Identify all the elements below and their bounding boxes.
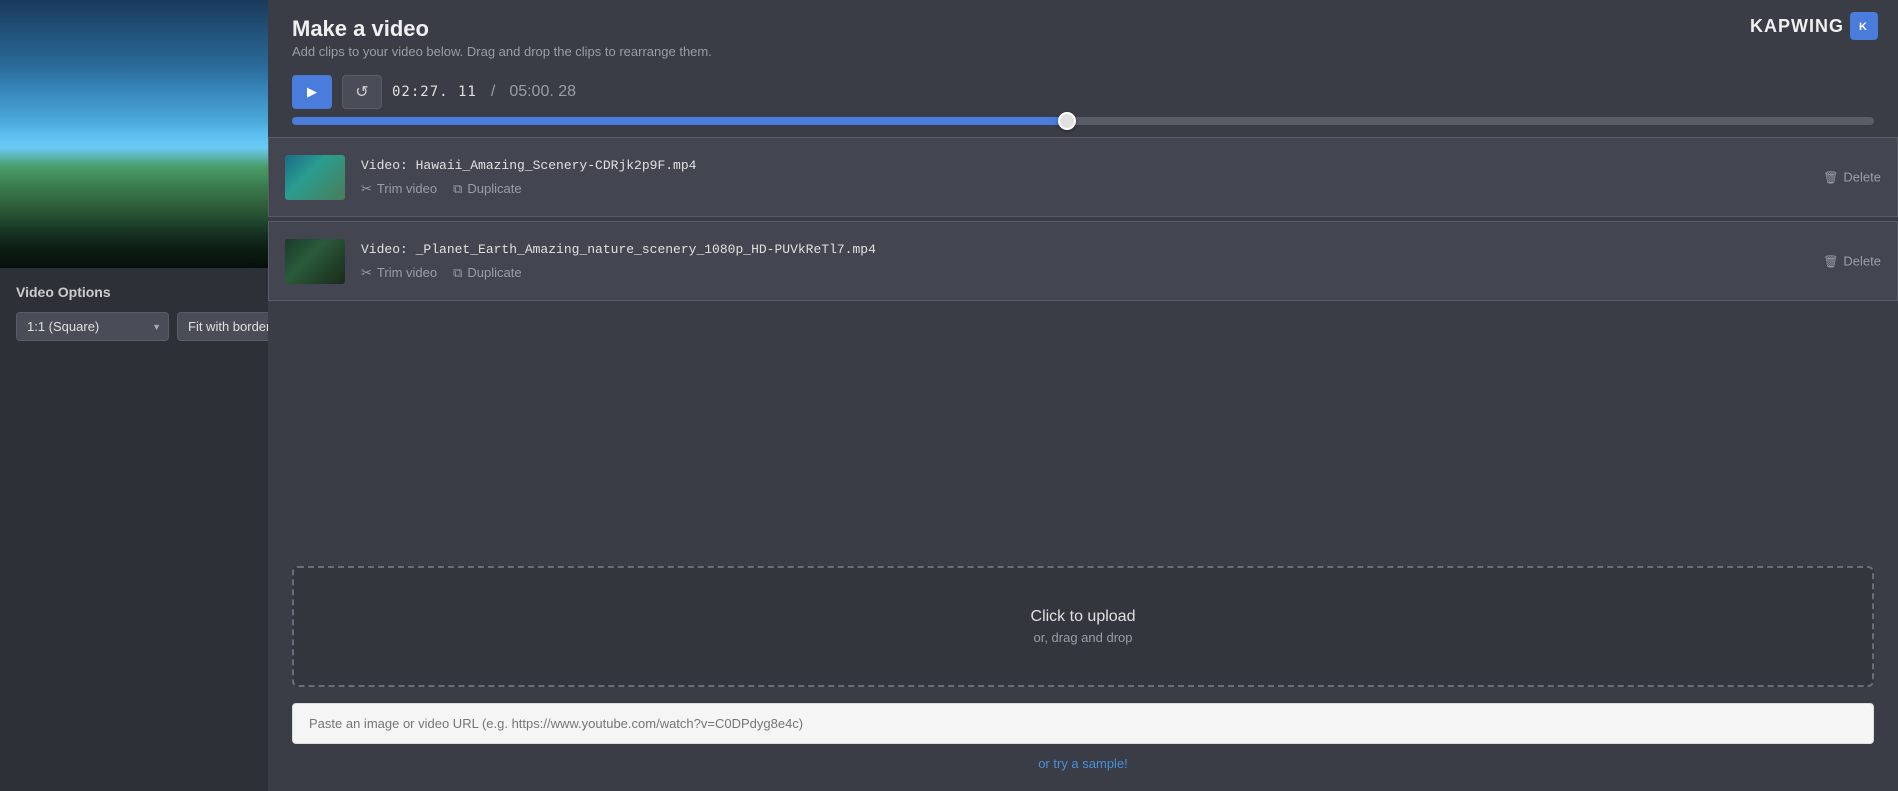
progress-bar[interactable] bbox=[292, 117, 1874, 125]
clip-actions-2: Trim video Duplicate bbox=[361, 265, 1881, 281]
clip-thumb-image-2 bbox=[285, 239, 345, 284]
upload-drop-zone[interactable]: Click to upload or, drag and drop bbox=[292, 566, 1874, 687]
duplicate-button-2[interactable]: Duplicate bbox=[453, 265, 522, 281]
current-time: 02:27. 11 bbox=[392, 84, 477, 100]
brand-icon: K bbox=[1850, 12, 1878, 40]
clips-area: Video: Hawaii_Amazing_Scenery-CDRjk2p9F.… bbox=[268, 133, 1898, 546]
options-row: 1:1 (Square) 16:9 (Landscape) 9:16 (Port… bbox=[16, 312, 252, 341]
play-button[interactable] bbox=[292, 75, 332, 109]
clip-info-1: Video: Hawaii_Amazing_Scenery-CDRjk2p9F.… bbox=[361, 158, 1881, 197]
copy-icon-2 bbox=[453, 265, 462, 281]
scissors-icon-2 bbox=[361, 265, 372, 281]
top-bar: Make a video Add clips to your video bel… bbox=[268, 0, 1898, 67]
upload-section: Click to upload or, drag and drop or try… bbox=[268, 546, 1898, 791]
clip-info-2: Video: _Planet_Earth_Amazing_nature_scen… bbox=[361, 242, 1881, 281]
playback-controls: ↺ 02:27. 11 / 05:00. 28 bbox=[292, 75, 1874, 109]
aspect-ratio-dropdown-wrapper: 1:1 (Square) 16:9 (Landscape) 9:16 (Port… bbox=[16, 312, 169, 341]
page-subtitle: Add clips to your video below. Drag and … bbox=[292, 44, 712, 59]
clip-actions-1: Trim video Duplicate bbox=[361, 181, 1881, 197]
video-options-title: Video Options bbox=[16, 284, 252, 300]
clip-title-1: Video: Hawaii_Amazing_Scenery-CDRjk2p9F.… bbox=[361, 158, 1881, 173]
table-row: Video: Hawaii_Amazing_Scenery-CDRjk2p9F.… bbox=[268, 137, 1898, 217]
url-input-container bbox=[292, 703, 1874, 744]
progress-thumb[interactable] bbox=[1058, 112, 1076, 130]
brand-area: KAPWING K bbox=[1750, 12, 1878, 40]
trim-video-button-2[interactable]: Trim video bbox=[361, 265, 437, 281]
video-preview bbox=[0, 0, 268, 268]
brand-icon-svg: K bbox=[1855, 17, 1873, 35]
main-content: Make a video Add clips to your video bel… bbox=[268, 0, 1898, 791]
url-input[interactable] bbox=[292, 703, 1874, 744]
upload-sub-text: or, drag and drop bbox=[334, 630, 1832, 645]
clip-thumb-image-1 bbox=[285, 155, 345, 200]
delete-button-1[interactable]: Delete bbox=[1823, 170, 1881, 185]
sample-link[interactable]: or try a sample! bbox=[292, 756, 1874, 771]
copy-icon-1 bbox=[453, 181, 462, 197]
clip-thumbnail-1 bbox=[285, 155, 345, 200]
trash-icon-1 bbox=[1823, 170, 1838, 185]
aspect-ratio-dropdown[interactable]: 1:1 (Square) 16:9 (Landscape) 9:16 (Port… bbox=[16, 312, 169, 341]
total-time: 05:00. 28 bbox=[509, 83, 576, 101]
playback-area: ↺ 02:27. 11 / 05:00. 28 bbox=[268, 67, 1898, 133]
reset-button[interactable]: ↺ bbox=[342, 75, 382, 109]
upload-main-text: Click to upload bbox=[334, 608, 1832, 626]
sidebar: Video Options 1:1 (Square) 16:9 (Landsca… bbox=[0, 0, 268, 791]
page-title: Make a video bbox=[292, 16, 712, 42]
trash-icon-2 bbox=[1823, 254, 1838, 269]
trim-video-button-1[interactable]: Trim video bbox=[361, 181, 437, 197]
delete-button-2[interactable]: Delete bbox=[1823, 254, 1881, 269]
clip-title-2: Video: _Planet_Earth_Amazing_nature_scen… bbox=[361, 242, 1881, 257]
scissors-icon-1 bbox=[361, 181, 372, 197]
svg-text:K: K bbox=[1859, 21, 1868, 33]
brand-name: KAPWING bbox=[1750, 16, 1844, 37]
duplicate-button-1[interactable]: Duplicate bbox=[453, 181, 522, 197]
page-title-area: Make a video Add clips to your video bel… bbox=[292, 16, 712, 59]
progress-fill bbox=[292, 117, 1067, 125]
clip-thumbnail-2 bbox=[285, 239, 345, 284]
preview-frame bbox=[0, 0, 268, 268]
brand-logo: KAPWING K bbox=[1750, 12, 1878, 40]
time-separator: / bbox=[491, 83, 495, 101]
video-options-panel: Video Options 1:1 (Square) 16:9 (Landsca… bbox=[0, 268, 268, 357]
table-row: Video: _Planet_Earth_Amazing_nature_scen… bbox=[268, 221, 1898, 301]
